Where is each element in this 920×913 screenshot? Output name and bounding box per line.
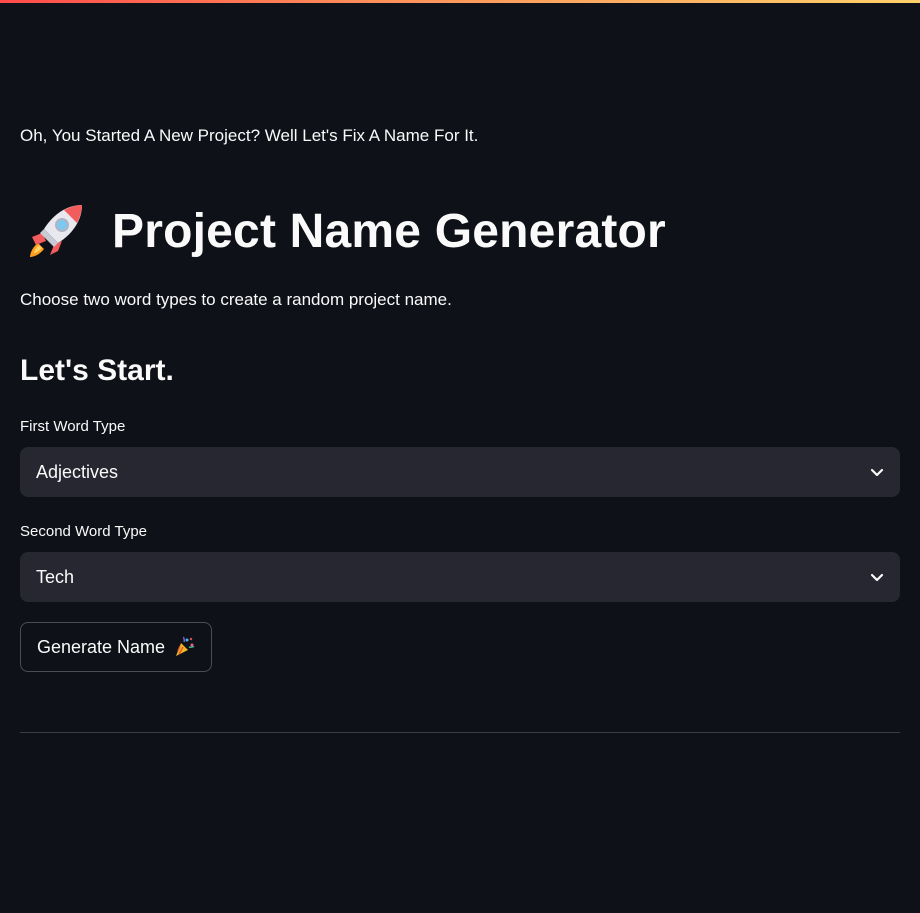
first-word-type-value: Adjectives bbox=[36, 461, 119, 482]
rocket-icon bbox=[30, 205, 82, 257]
top-decoration-bar bbox=[0, 0, 920, 3]
divider bbox=[20, 732, 900, 733]
first-word-type-label: First Word Type bbox=[20, 418, 126, 435]
first-word-type-select[interactable]: Adjectives bbox=[20, 447, 900, 497]
second-word-type-value: Tech bbox=[36, 566, 75, 587]
page-header: Project Name Generator bbox=[20, 196, 666, 266]
intro-text: Oh, You Started A New Project? Well Let'… bbox=[20, 126, 479, 145]
party-popper-icon bbox=[176, 636, 195, 656]
subtitle-text: Choose two word types to create a random… bbox=[20, 290, 452, 309]
second-word-type-label: Second Word Type bbox=[20, 523, 148, 540]
generate-name-button[interactable]: Generate Name bbox=[20, 622, 213, 672]
chevron-down-icon bbox=[870, 573, 884, 582]
second-word-type-select[interactable]: Tech bbox=[20, 552, 900, 602]
chevron-down-icon bbox=[870, 468, 884, 477]
section-heading: Let's Start. bbox=[20, 354, 174, 387]
page-title: Project Name Generator bbox=[112, 204, 666, 258]
generate-name-button-label: Generate Name bbox=[37, 636, 166, 657]
